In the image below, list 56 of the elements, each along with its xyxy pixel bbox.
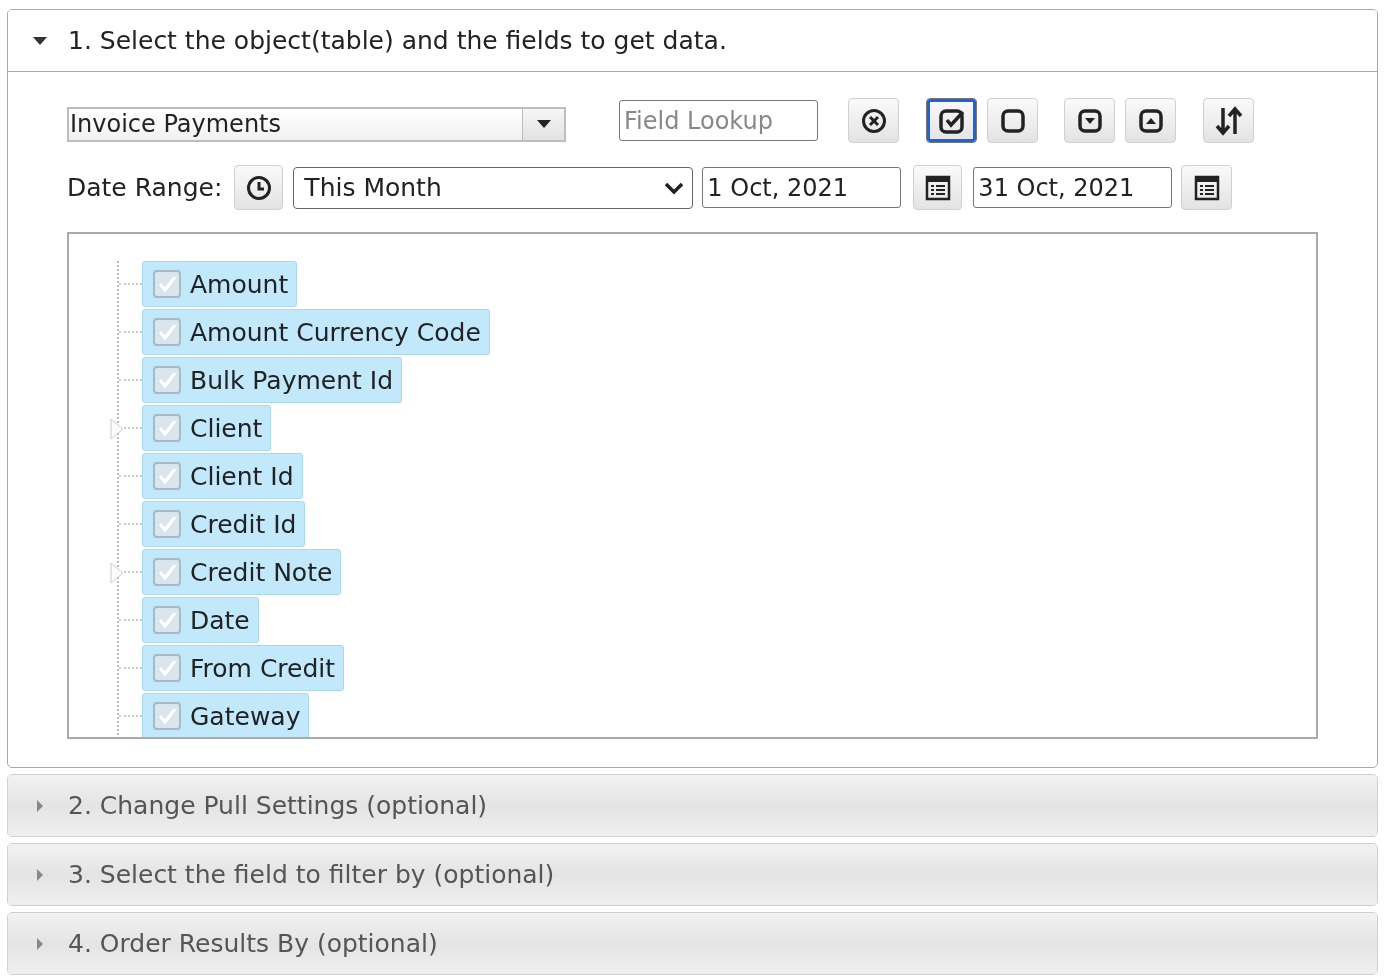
field-tree-item[interactable]: Credit Id xyxy=(142,501,306,547)
checkbox-checked-icon[interactable] xyxy=(152,269,182,299)
sort-button[interactable] xyxy=(1203,98,1254,143)
accordion-header[interactable]: 1. Select the object(table) and the fields to get data. xyxy=(8,10,1377,72)
field-tree-item[interactable]: Date xyxy=(142,597,259,643)
accordion-header[interactable]: 2. Change Pull Settings (optional) xyxy=(8,775,1377,836)
collapse-button[interactable] xyxy=(1125,98,1176,143)
expand-icon xyxy=(1076,107,1103,134)
chevron-down-icon xyxy=(664,180,685,195)
expander-icon[interactable] xyxy=(110,562,124,584)
accordion-header[interactable]: 3. Select the field to filter by (optional) xyxy=(8,844,1377,905)
calendar-button[interactable] xyxy=(1181,165,1233,210)
expand-button[interactable] xyxy=(1064,98,1115,143)
field-tree-item[interactable]: Credit Note xyxy=(142,549,342,595)
expander-icon[interactable] xyxy=(110,418,124,440)
checkbox-checked-icon[interactable] xyxy=(152,701,182,731)
accordion-header[interactable]: 4. Order Results By (optional) xyxy=(8,913,1377,974)
checkbox-checked-icon[interactable] xyxy=(152,557,182,587)
field-tree-item[interactable]: Amount xyxy=(142,261,298,307)
section-title: 2. Change Pull Settings (optional) xyxy=(68,791,488,820)
section-title: 1. Select the object(table) and the fields to get data. xyxy=(68,26,727,55)
checkbox-checked-icon xyxy=(937,106,966,135)
checkbox-checked-icon[interactable] xyxy=(152,605,182,635)
date-range-label: Date Range: xyxy=(67,173,223,202)
uncheck-all-button[interactable] xyxy=(987,98,1038,143)
clear-button[interactable] xyxy=(848,98,899,143)
sort-icon xyxy=(1214,105,1243,136)
check-all-button[interactable] xyxy=(926,98,977,143)
checkbox-checked-icon[interactable] xyxy=(152,461,182,491)
start-date-input[interactable]: 1 Oct, 2021 xyxy=(702,167,902,208)
calendar-button[interactable] xyxy=(913,165,963,210)
checkbox-checked-icon[interactable] xyxy=(152,365,182,395)
clear-icon xyxy=(860,107,887,134)
field-tree-item[interactable]: Bulk Payment Id xyxy=(142,357,402,403)
checkbox-checked-icon[interactable] xyxy=(152,509,182,539)
field-tree-item[interactable]: Gateway xyxy=(142,693,310,737)
date-preset-select[interactable]: This Month xyxy=(293,166,694,209)
checkbox-checked-icon[interactable] xyxy=(152,317,182,347)
field-lookup-input[interactable]: Field Lookup xyxy=(619,100,818,141)
clock-button[interactable] xyxy=(234,165,284,210)
field-tree-item[interactable]: From Credit xyxy=(142,645,345,691)
field-tree-item[interactable]: Amount Currency Code xyxy=(142,309,490,355)
checkbox-checked-icon[interactable] xyxy=(152,653,182,683)
field-tree-item[interactable]: Client xyxy=(142,405,272,451)
caret-down-icon xyxy=(535,119,552,129)
checkbox-empty-icon xyxy=(999,107,1026,134)
end-date-input[interactable]: 31 Oct, 2021 xyxy=(973,167,1173,208)
section-title: 3. Select the field to filter by (optional) xyxy=(68,860,555,889)
field-tree-item[interactable]: Client Id xyxy=(142,453,303,499)
section-title: 4. Order Results By (optional) xyxy=(68,929,438,958)
object-select[interactable]: Invoice Payments xyxy=(67,106,566,142)
checkbox-checked-icon[interactable] xyxy=(152,413,182,443)
calendar-icon xyxy=(924,174,951,201)
calendar-icon xyxy=(1193,174,1220,201)
collapse-icon xyxy=(1137,107,1164,134)
clock-icon xyxy=(245,174,272,201)
